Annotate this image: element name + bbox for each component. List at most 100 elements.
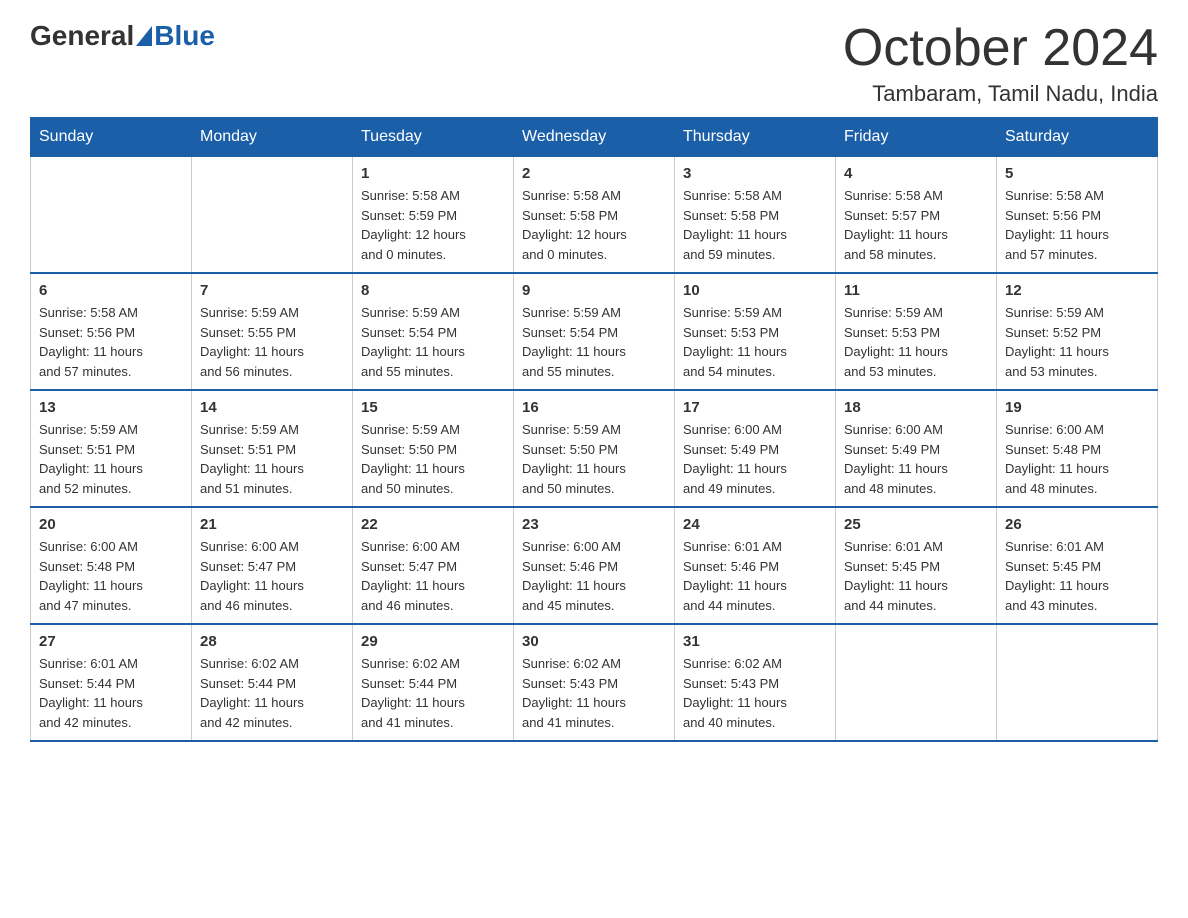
location-title: Tambaram, Tamil Nadu, India: [843, 81, 1158, 107]
day-number: 28: [200, 633, 344, 650]
day-info: Sunrise: 5:59 AMSunset: 5:53 PMDaylight:…: [683, 303, 827, 381]
day-cell: 4Sunrise: 5:58 AMSunset: 5:57 PMDaylight…: [836, 157, 997, 274]
day-info: Sunrise: 6:01 AMSunset: 5:46 PMDaylight:…: [683, 537, 827, 615]
day-info: Sunrise: 5:59 AMSunset: 5:52 PMDaylight:…: [1005, 303, 1149, 381]
month-title: October 2024: [843, 20, 1158, 77]
day-number: 16: [522, 399, 666, 416]
day-info: Sunrise: 6:00 AMSunset: 5:48 PMDaylight:…: [1005, 420, 1149, 498]
day-cell: 2 Sunrise: 5:58 AMSunset: 5:58 PMDaylight…: [514, 157, 675, 274]
day-cell: 29 Sunrise: 6:02 AMSunset: 5:44 PMDayligh…: [353, 624, 514, 741]
day-info: Sunrise: 5:59 AMSunset: 5:51 PMDaylight:…: [39, 420, 183, 498]
day-number: 19: [1005, 399, 1149, 416]
day-number: 9: [522, 282, 666, 299]
day-number: 14: [200, 399, 344, 416]
day-number: 20: [39, 516, 183, 533]
logo-general-text: General: [30, 20, 134, 52]
day-number: 18: [844, 399, 988, 416]
day-info: Sunrise: 6:02 AMSunset: 5:43 PMDaylight:…: [683, 654, 827, 732]
day-cell: 31 Sunrise: 6:02 AMSunset: 5:43 PMDayligh…: [675, 624, 836, 741]
calendar-body: 1 Sunrise: 5:58 AMSunset: 5:59 PMDaylight…: [31, 157, 1158, 742]
logo-triangle-icon: [136, 26, 152, 46]
day-info: Sunrise: 6:01 AMSunset: 5:45 PMDaylight:…: [1005, 537, 1149, 615]
day-info: Sunrise: 6:00 AMSunset: 5:47 PMDaylight:…: [361, 537, 505, 615]
day-number: 7: [200, 282, 344, 299]
day-info: Sunrise: 5:58 AMSunset: 5:59 PMDaylight:…: [361, 186, 505, 264]
day-info: Sunrise: 6:00 AMSunset: 5:49 PMDaylight:…: [844, 420, 988, 498]
day-cell: 3 Sunrise: 5:58 AMSunset: 5:58 PMDaylight…: [675, 157, 836, 274]
day-number: 8: [361, 282, 505, 299]
calendar-header: SundayMondayTuesdayWednesdayThursdayFrid…: [31, 118, 1158, 157]
week-row-4: 20 Sunrise: 6:00 AMSunset: 5:48 PMDayligh…: [31, 507, 1158, 624]
day-info: Sunrise: 6:00 AMSunset: 5:47 PMDaylight:…: [200, 537, 344, 615]
title-block: October 2024 Tambaram, Tamil Nadu, India: [843, 20, 1158, 107]
logo: General Blue: [30, 20, 215, 52]
day-cell: [997, 624, 1158, 741]
day-info: Sunrise: 6:02 AMSunset: 5:44 PMDaylight:…: [361, 654, 505, 732]
day-info: Sunrise: 5:58 AMSunset: 5:56 PMDaylight:…: [39, 303, 183, 381]
day-number: 10: [683, 282, 827, 299]
day-info: Sunrise: 6:02 AMSunset: 5:43 PMDaylight:…: [522, 654, 666, 732]
day-info: Sunrise: 6:00 AMSunset: 5:48 PMDaylight:…: [39, 537, 183, 615]
day-info: Sunrise: 6:01 AMSunset: 5:44 PMDaylight:…: [39, 654, 183, 732]
day-info: Sunrise: 5:58 AMSunset: 5:58 PMDaylight:…: [683, 186, 827, 264]
week-row-1: 1 Sunrise: 5:58 AMSunset: 5:59 PMDaylight…: [31, 157, 1158, 274]
day-number: 13: [39, 399, 183, 416]
day-number: 5: [1005, 165, 1149, 182]
day-cell: 6 Sunrise: 5:58 AMSunset: 5:56 PMDaylight…: [31, 273, 192, 390]
logo-blue-text: Blue: [154, 20, 215, 52]
day-cell: 28 Sunrise: 6:02 AMSunset: 5:44 PMDayligh…: [192, 624, 353, 741]
week-row-2: 6 Sunrise: 5:58 AMSunset: 5:56 PMDaylight…: [31, 273, 1158, 390]
day-number: 2: [522, 165, 666, 182]
header-cell-sunday: Sunday: [31, 118, 192, 157]
day-cell: 8 Sunrise: 5:59 AMSunset: 5:54 PMDaylight…: [353, 273, 514, 390]
day-number: 3: [683, 165, 827, 182]
day-number: 22: [361, 516, 505, 533]
day-info: Sunrise: 6:00 AMSunset: 5:49 PMDaylight:…: [683, 420, 827, 498]
day-cell: 27Sunrise: 6:01 AMSunset: 5:44 PMDayligh…: [31, 624, 192, 741]
day-number: 6: [39, 282, 183, 299]
day-info: Sunrise: 5:59 AMSunset: 5:54 PMDaylight:…: [522, 303, 666, 381]
day-number: 11: [844, 282, 988, 299]
day-number: 30: [522, 633, 666, 650]
day-info: Sunrise: 5:58 AMSunset: 5:56 PMDaylight:…: [1005, 186, 1149, 264]
day-number: 25: [844, 516, 988, 533]
day-info: Sunrise: 5:59 AMSunset: 5:51 PMDaylight:…: [200, 420, 344, 498]
day-number: 1: [361, 165, 505, 182]
header-cell-saturday: Saturday: [997, 118, 1158, 157]
day-cell: 22 Sunrise: 6:00 AMSunset: 5:47 PMDayligh…: [353, 507, 514, 624]
day-number: 24: [683, 516, 827, 533]
day-cell: 17Sunrise: 6:00 AMSunset: 5:49 PMDayligh…: [675, 390, 836, 507]
calendar-table: SundayMondayTuesdayWednesdayThursdayFrid…: [30, 117, 1158, 742]
header-cell-monday: Monday: [192, 118, 353, 157]
day-cell: 23 Sunrise: 6:00 AMSunset: 5:46 PMDayligh…: [514, 507, 675, 624]
header-cell-friday: Friday: [836, 118, 997, 157]
day-cell: 19 Sunrise: 6:00 AMSunset: 5:48 PMDayligh…: [997, 390, 1158, 507]
header-cell-wednesday: Wednesday: [514, 118, 675, 157]
day-number: 4: [844, 165, 988, 182]
day-number: 23: [522, 516, 666, 533]
day-cell: 26Sunrise: 6:01 AMSunset: 5:45 PMDayligh…: [997, 507, 1158, 624]
day-cell: 14 Sunrise: 5:59 AMSunset: 5:51 PMDayligh…: [192, 390, 353, 507]
day-info: Sunrise: 5:59 AMSunset: 5:54 PMDaylight:…: [361, 303, 505, 381]
day-cell: 5 Sunrise: 5:58 AMSunset: 5:56 PMDaylight…: [997, 157, 1158, 274]
week-row-3: 13 Sunrise: 5:59 AMSunset: 5:51 PMDayligh…: [31, 390, 1158, 507]
day-info: Sunrise: 5:58 AMSunset: 5:58 PMDaylight:…: [522, 186, 666, 264]
day-cell: 7 Sunrise: 5:59 AMSunset: 5:55 PMDaylight…: [192, 273, 353, 390]
day-info: Sunrise: 6:00 AMSunset: 5:46 PMDaylight:…: [522, 537, 666, 615]
day-cell: 15Sunrise: 5:59 AMSunset: 5:50 PMDayligh…: [353, 390, 514, 507]
day-number: 31: [683, 633, 827, 650]
week-row-5: 27Sunrise: 6:01 AMSunset: 5:44 PMDayligh…: [31, 624, 1158, 741]
day-cell: 13 Sunrise: 5:59 AMSunset: 5:51 PMDayligh…: [31, 390, 192, 507]
day-cell: 18 Sunrise: 6:00 AMSunset: 5:49 PMDayligh…: [836, 390, 997, 507]
day-cell: 9 Sunrise: 5:59 AMSunset: 5:54 PMDaylight…: [514, 273, 675, 390]
day-info: Sunrise: 5:59 AMSunset: 5:55 PMDaylight:…: [200, 303, 344, 381]
day-info: Sunrise: 6:02 AMSunset: 5:44 PMDaylight:…: [200, 654, 344, 732]
header-cell-thursday: Thursday: [675, 118, 836, 157]
day-cell: [836, 624, 997, 741]
day-cell: [31, 157, 192, 274]
day-number: 12: [1005, 282, 1149, 299]
day-number: 29: [361, 633, 505, 650]
header-row: SundayMondayTuesdayWednesdayThursdayFrid…: [31, 118, 1158, 157]
logo-blue-part: Blue: [134, 20, 215, 52]
day-cell: 24 Sunrise: 6:01 AMSunset: 5:46 PMDayligh…: [675, 507, 836, 624]
